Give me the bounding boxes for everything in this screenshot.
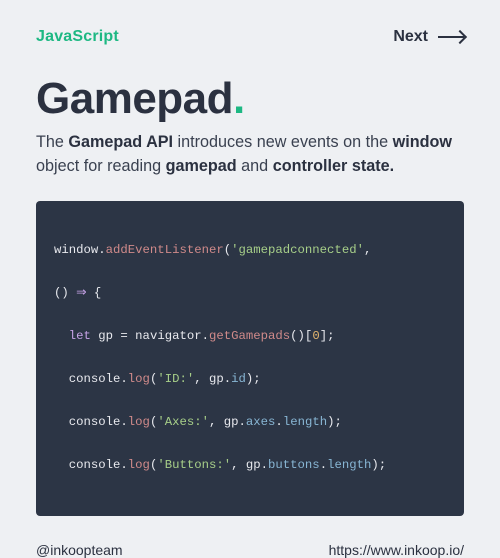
next-label: Next	[393, 28, 428, 46]
tok: getGamepads	[209, 329, 290, 343]
footer-bar: @inkoopteam https://www.inkoop.io/	[36, 542, 464, 558]
tok: axes	[246, 415, 276, 429]
code-line: console.log('Axes:', gp.axes.length);	[54, 412, 446, 434]
tok: length	[327, 458, 371, 472]
desc-part: introduces new events on the	[173, 133, 393, 151]
tok: ()[	[290, 329, 312, 343]
header-bar: JavaScript Next	[36, 28, 464, 46]
tok: gp = navigator.	[91, 329, 209, 343]
tok: , gp.	[209, 415, 246, 429]
tok: );	[371, 458, 386, 472]
next-button[interactable]: Next	[393, 28, 464, 46]
code-line: console.log('ID:', gp.id);	[54, 369, 446, 391]
arrow-right-icon	[438, 36, 464, 38]
tok: 'Buttons:'	[157, 458, 231, 472]
tok: console.	[54, 415, 128, 429]
tok	[54, 329, 69, 343]
tok: log	[128, 372, 150, 386]
desc-bold: window	[393, 133, 452, 151]
tok: addEventListener	[106, 243, 224, 257]
desc-part: The	[36, 133, 68, 151]
tok: );	[327, 415, 342, 429]
tok: console.	[54, 458, 128, 472]
brand-label: JavaScript	[36, 28, 119, 46]
title-dot: .	[233, 74, 245, 123]
tok: buttons	[268, 458, 320, 472]
title-text: Gamepad	[36, 74, 233, 123]
tok: ];	[320, 329, 335, 343]
tok: ⇒	[76, 286, 86, 300]
tok: 'gamepadconnected'	[231, 243, 364, 257]
tok: let	[69, 329, 91, 343]
code-line: console.log('Buttons:', gp.buttons.lengt…	[54, 455, 446, 477]
tok: 0	[312, 329, 319, 343]
tok: );	[246, 372, 261, 386]
page-title: Gamepad.	[36, 74, 464, 124]
code-line: window.addEventListener('gamepadconnecte…	[54, 240, 446, 262]
desc-bold: controller state.	[273, 157, 394, 175]
tok: length	[283, 415, 327, 429]
description: The Gamepad API introduces new events on…	[36, 130, 464, 179]
tok: ,	[364, 243, 371, 257]
desc-bold: gamepad	[166, 157, 237, 175]
tok: .	[275, 415, 282, 429]
code-block: window.addEventListener('gamepadconnecte…	[36, 201, 464, 517]
tok: .	[320, 458, 327, 472]
social-handle[interactable]: @inkoopteam	[36, 542, 123, 558]
desc-part: and	[237, 157, 273, 175]
tok: {	[86, 286, 101, 300]
site-url[interactable]: https://www.inkoop.io/	[329, 542, 464, 558]
desc-bold: Gamepad API	[68, 133, 173, 151]
code-line: () ⇒ {	[54, 283, 446, 305]
tok: , gp.	[231, 458, 268, 472]
tok: log	[128, 458, 150, 472]
tok: 'Axes:'	[157, 415, 209, 429]
tok: window.	[54, 243, 106, 257]
tok: , gp.	[194, 372, 231, 386]
desc-part: object for reading	[36, 157, 166, 175]
tok: log	[128, 415, 150, 429]
tok: id	[231, 372, 246, 386]
tok: ()	[54, 286, 76, 300]
code-line: let gp = navigator.getGamepads()[0];	[54, 326, 446, 348]
tok: console.	[54, 372, 128, 386]
tok: 'ID:'	[157, 372, 194, 386]
